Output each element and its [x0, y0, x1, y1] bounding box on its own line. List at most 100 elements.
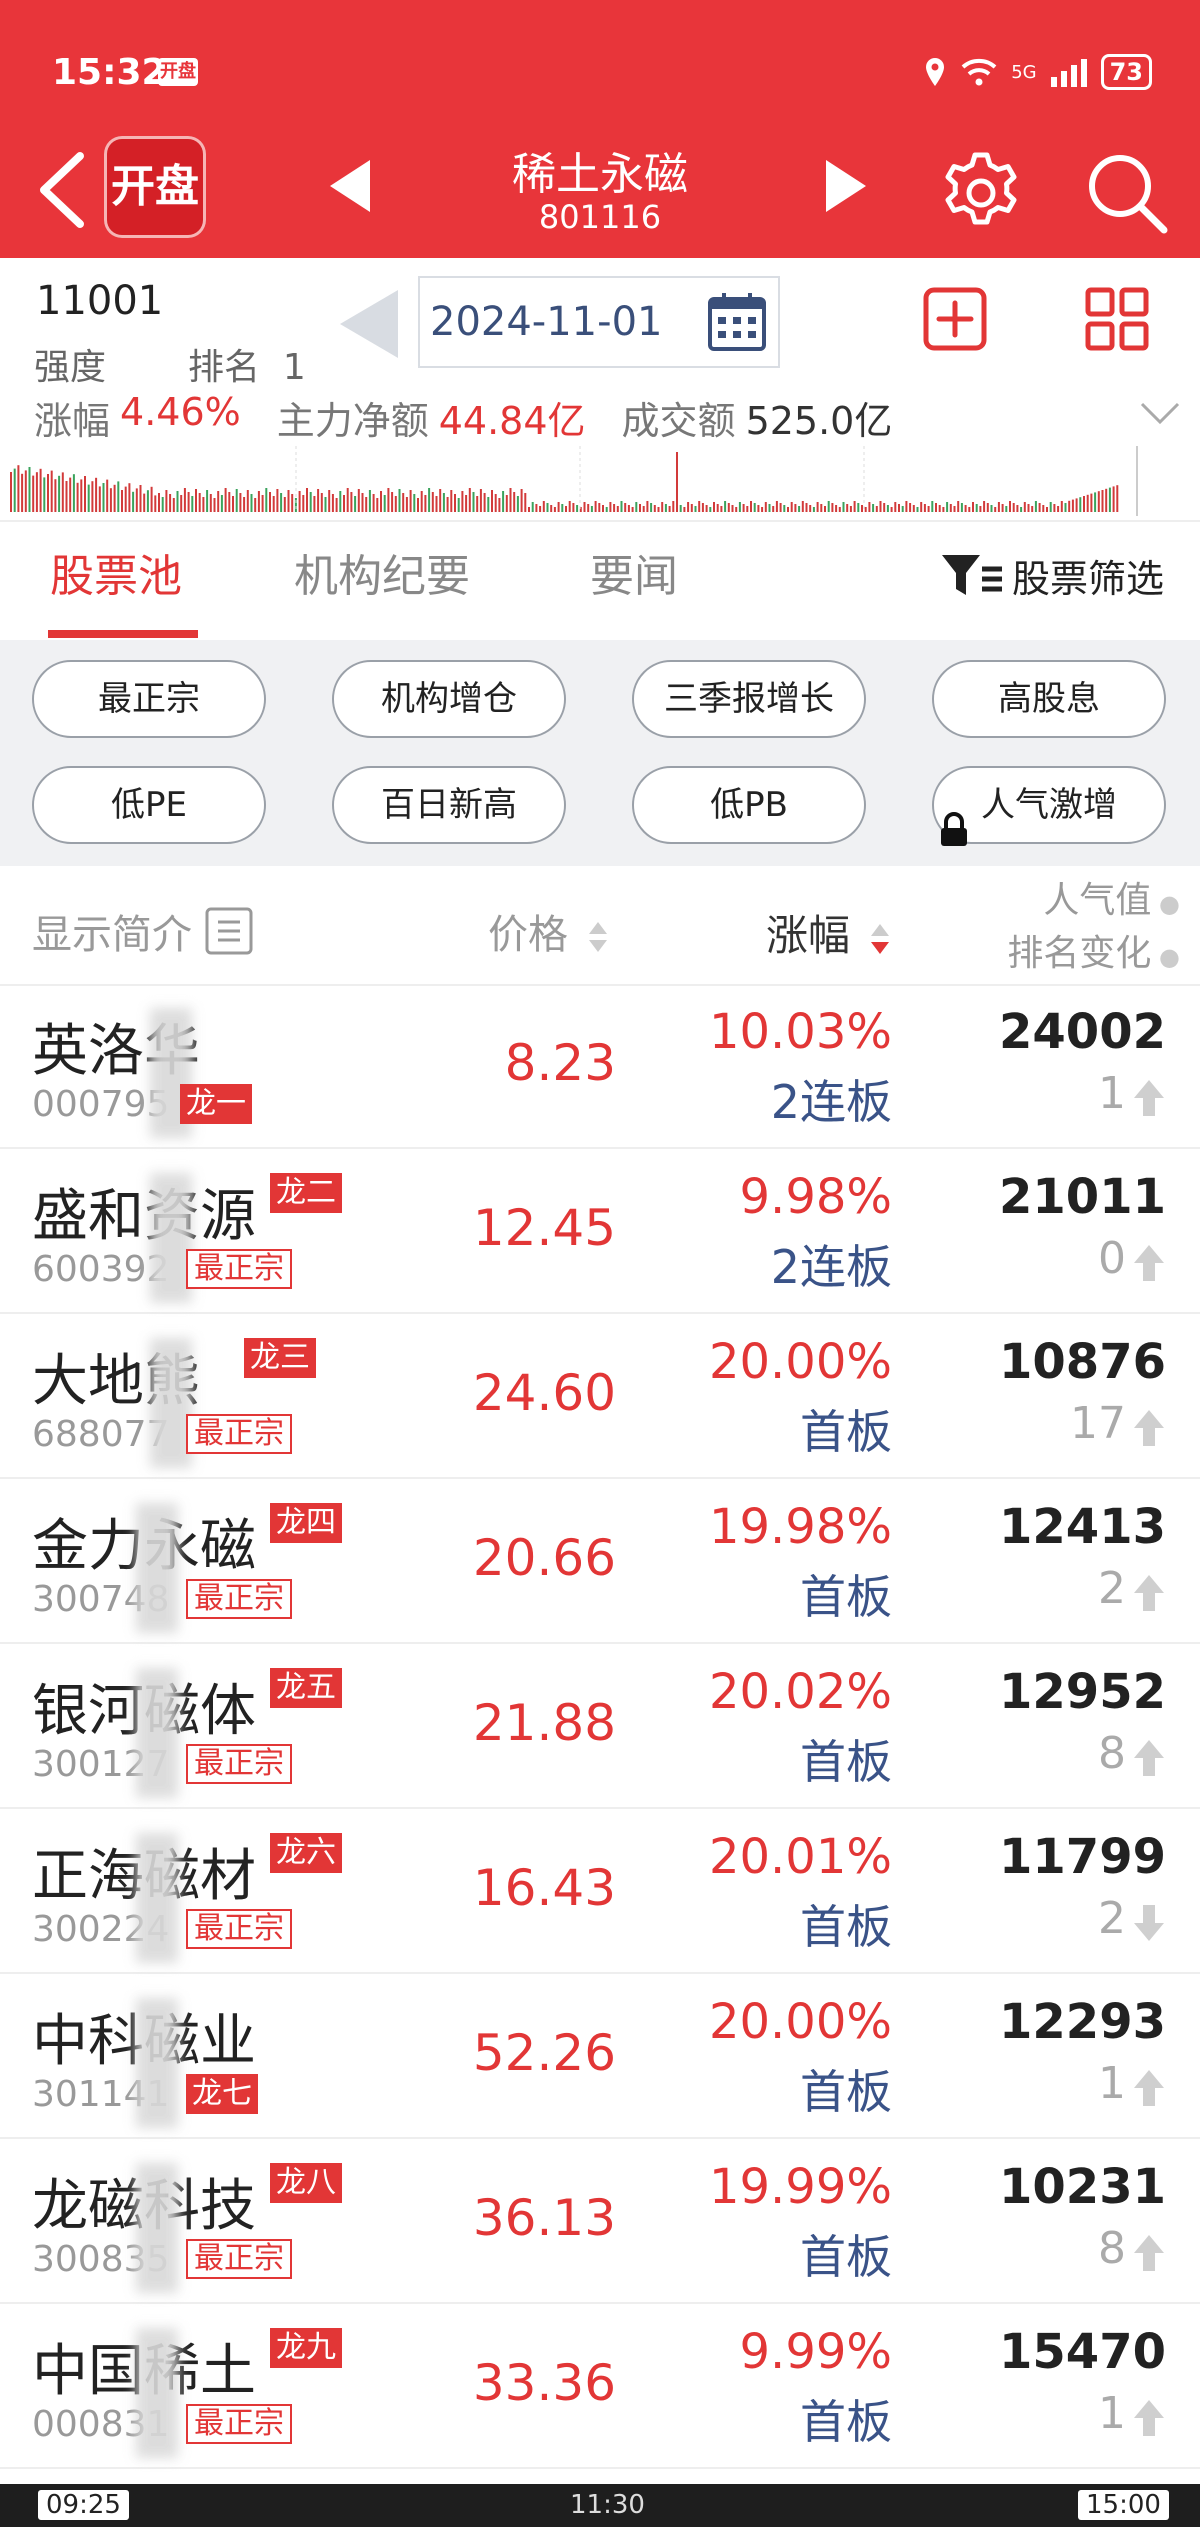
date-picker[interactable]: 2024-11-01 — [418, 276, 780, 368]
chip-high-dividend[interactable]: 高股息 — [932, 660, 1166, 738]
volume-bar — [87, 484, 90, 512]
grid-menu-icon[interactable] — [1084, 286, 1150, 352]
volume-bar — [1049, 502, 1052, 512]
chip-low-pb[interactable]: 低PB — [632, 766, 866, 844]
volume-bar — [960, 503, 963, 512]
stock-price: 36.13 — [472, 2189, 616, 2247]
volume-bar — [357, 489, 360, 512]
rank-down-arrow-icon — [1134, 1905, 1164, 1941]
volume-bar — [979, 506, 982, 512]
stock-code: 000795 — [32, 1084, 170, 1125]
stock-row[interactable]: 银河磁体300127龙五最正宗21.8820.02%首板129528 — [0, 1644, 1200, 1809]
net-flow-value: 44.84亿 — [438, 399, 586, 443]
volume-bar — [550, 505, 553, 512]
volume-bar — [383, 495, 386, 512]
stock-row[interactable]: 正海磁材300224龙六最正宗16.4320.01%首板117992 — [0, 1809, 1200, 1974]
volume-bar — [938, 505, 941, 512]
volume-bar — [76, 482, 79, 512]
volume-bar — [590, 506, 593, 512]
show-intro-toggle[interactable]: 显示简介 — [32, 902, 254, 960]
volume-bar — [261, 495, 264, 512]
add-watchlist-icon[interactable] — [922, 286, 988, 352]
search-icon[interactable] — [1082, 148, 1172, 238]
volume-bar — [376, 498, 379, 512]
sort-by-popularity[interactable]: 人气值 ● 排名变化 ● — [1007, 876, 1180, 982]
volume-bar — [135, 488, 138, 512]
back-icon[interactable] — [30, 150, 100, 230]
volume-bar — [72, 474, 75, 512]
tab-institution-notes[interactable]: 机构纪要 — [294, 540, 470, 604]
volume-bar — [524, 493, 527, 512]
rank-up-arrow-icon — [1134, 1080, 1164, 1116]
prev-sector-arrow-icon[interactable] — [330, 160, 370, 212]
tab-news[interactable]: 要闻 — [590, 540, 678, 604]
volume-bar — [783, 505, 786, 512]
volume-bar — [890, 507, 893, 512]
next-sector-arrow-icon[interactable] — [826, 160, 866, 212]
volume-bar — [535, 504, 538, 512]
volume-bar — [857, 503, 860, 512]
sort-by-change[interactable]: 涨幅 — [766, 902, 891, 963]
popularity-value: 12413 — [999, 1499, 1166, 1555]
limit-board-count: 首板 — [800, 2395, 892, 2449]
stock-filter-button[interactable]: 股票筛选 — [940, 548, 1164, 603]
stock-row[interactable]: 中国稀土000831龙九最正宗33.369.99%首板154701 — [0, 2304, 1200, 2469]
stock-price: 20.66 — [472, 1529, 616, 1587]
volume-bar — [417, 498, 419, 512]
volume-bar — [124, 486, 127, 512]
stock-row[interactable]: 金力永磁300748龙四最正宗20.6619.98%首板124132 — [0, 1479, 1200, 1644]
volume-bar — [539, 506, 542, 512]
volume-bar — [624, 503, 627, 512]
stock-price: 21.88 — [472, 1694, 616, 1752]
rank-change: 8 — [1098, 2223, 1126, 2274]
intraday-volume-chart — [10, 446, 1119, 512]
stock-row[interactable]: 英洛华 000795 龙一 8.23 10.03% 2连板 24002 1 — [0, 984, 1200, 1149]
rank-change: 0 — [1098, 1233, 1126, 1284]
leader-tag: 龙五 — [270, 1668, 342, 1708]
volume-bar — [864, 507, 867, 512]
volume-bar — [835, 505, 838, 512]
volume-bar — [250, 494, 253, 512]
tab-stock-pool[interactable]: 股票池 — [50, 540, 182, 604]
stock-price: 8.23 — [504, 1034, 616, 1092]
chip-low-pe[interactable]: 低PE — [32, 766, 266, 844]
chip-most-authentic[interactable]: 最正宗 — [32, 660, 266, 738]
volume-bar — [738, 502, 741, 512]
volume-bar — [720, 506, 723, 512]
volume-bar — [672, 501, 675, 512]
volume-bar — [409, 490, 412, 512]
volume-bar — [235, 489, 238, 512]
stock-row[interactable]: 龙磁科技300835龙八最正宗36.1319.99%首板102318 — [0, 2139, 1200, 2304]
chevron-down-icon[interactable] — [1138, 398, 1182, 428]
gear-icon[interactable] — [936, 148, 1026, 238]
volume-bar — [761, 507, 764, 512]
volume-bar — [354, 496, 357, 512]
volume-bar — [513, 492, 516, 512]
stock-change: 19.98% — [708, 1499, 892, 1555]
volume-bar — [132, 491, 135, 512]
chip-institution-increase[interactable]: 机构增仓 — [332, 660, 566, 738]
volume-bar — [346, 488, 349, 512]
stock-name: 盛和资源 — [32, 1184, 256, 1249]
stock-row[interactable]: 盛和资源 600392 龙二 最正宗 12.45 9.98% 2连板 21011 0 — [0, 1149, 1200, 1314]
volume-bar — [1038, 503, 1041, 512]
volume-bar — [801, 501, 804, 512]
volume-bar — [128, 483, 131, 512]
stock-price: 24.60 — [472, 1364, 616, 1422]
popularity-value: 12293 — [999, 1994, 1166, 2050]
chip-q3-growth[interactable]: 三季报增长 — [632, 660, 866, 738]
app-logo[interactable]: 开盘 — [104, 136, 206, 238]
volume-bar — [398, 489, 401, 512]
stock-row[interactable]: 大地熊 688077 龙三 最正宗 24.60 20.00% 首板 10876 17 — [0, 1314, 1200, 1479]
volume-bar — [587, 504, 590, 512]
volume-bar — [28, 467, 31, 512]
sort-by-price[interactable]: 价格 — [488, 902, 609, 960]
stock-row[interactable]: 中科磁业301141龙七52.2620.00%首板122931 — [0, 1974, 1200, 2139]
volume-bar — [32, 475, 35, 512]
calendar-icon[interactable] — [704, 289, 770, 355]
prev-date-arrow-icon[interactable] — [340, 290, 398, 358]
chip-100day-high[interactable]: 百日新高 — [332, 766, 566, 844]
list-header: 显示简介 价格 涨幅 人气值 ● 排名变化 ● — [0, 866, 1200, 986]
signal-icon — [1050, 59, 1087, 87]
volume-bar — [794, 504, 797, 512]
